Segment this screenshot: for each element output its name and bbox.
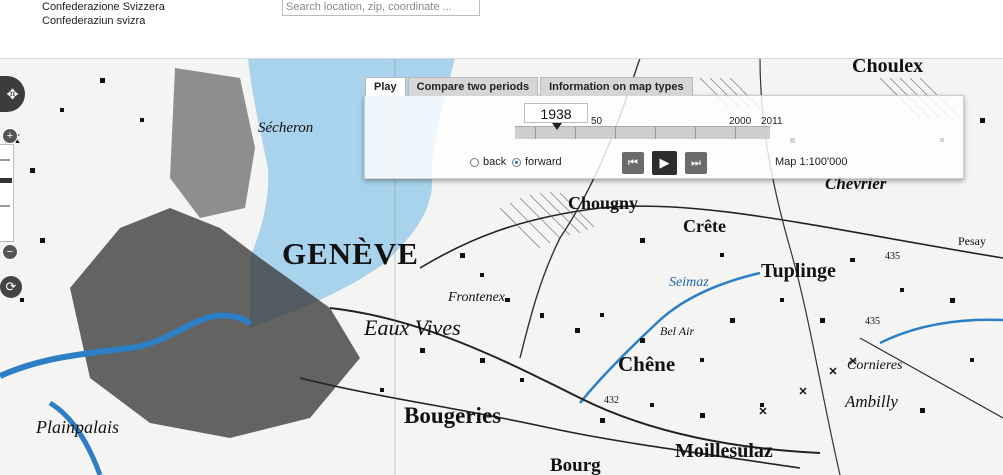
pan-arrows-icon[interactable]: ✥ <box>0 76 25 112</box>
timeline-handle[interactable] <box>552 123 562 130</box>
city-north <box>170 68 255 218</box>
map-label-plainpalais: Plainpalais <box>36 417 120 437</box>
org-name-italian: Confederazione Svizzera <box>42 1 165 13</box>
search-input[interactable] <box>282 0 480 16</box>
skip-back-icon[interactable]: ⏮ <box>622 152 644 174</box>
skip-forward-icon[interactable]: ⏭ <box>685 152 707 174</box>
map-label-bougeries: Bougeries <box>404 403 502 428</box>
map-elevation-label: 435 <box>885 251 900 262</box>
map-label-choulex: Choulex <box>852 58 924 77</box>
tab-play[interactable]: Play <box>365 77 406 96</box>
map-elevation-label: 435 <box>865 316 880 327</box>
timeline-label: 2011 <box>761 116 783 127</box>
east-stream <box>879 318 1003 345</box>
direction-back-option[interactable]: back <box>470 156 506 168</box>
year-display[interactable]: 1938 <box>524 103 588 123</box>
zoom-slider-handle[interactable] <box>0 178 12 183</box>
radio-back[interactable] <box>470 157 479 167</box>
timetravel-tabs: Play Compare two periods Information on … <box>365 77 695 96</box>
timeline-label: 2000 <box>729 116 752 127</box>
map-label-cornieres: Cornieres <box>847 358 903 373</box>
direction-back-label: back <box>483 156 507 168</box>
zoom-in-button[interactable]: + <box>2 128 18 144</box>
map-label-secheron: Sécheron <box>258 120 314 136</box>
map-label-ambilly: Ambilly <box>845 392 898 411</box>
timeline-label: 50 <box>591 116 603 127</box>
map-label-frontenex: Frontenex <box>448 290 506 305</box>
zoom-slider[interactable] <box>0 144 14 242</box>
tab-information-map-types[interactable]: Information on map types <box>540 77 693 96</box>
map-label-pesay: Pesay <box>958 234 986 248</box>
rotate-icon[interactable]: ⟳ <box>0 276 22 298</box>
map-label-eaux-vives: Eaux Vives <box>364 315 461 340</box>
map-label-geneve: GENÈVE <box>282 236 419 271</box>
map-label-chougny: Chougny <box>568 193 639 213</box>
org-name-romansh: Confederaziun svizra <box>42 15 146 27</box>
map-label-moillesulaz: Moillesulaz <box>675 440 773 462</box>
top-header: Confederazione Svizzera Confederaziun sv… <box>0 0 1003 59</box>
map-label-bourg: Bourg <box>550 455 601 475</box>
radio-forward[interactable] <box>512 157 521 167</box>
arve-river <box>48 400 103 475</box>
direction-forward-option[interactable]: forward <box>512 156 562 168</box>
map-label-seimaz: Seimaz <box>669 275 709 290</box>
play-icon[interactable]: ▶ <box>652 151 677 175</box>
tab-compare-two-periods[interactable]: Compare two periods <box>407 77 539 96</box>
timetravel-panel: 1938 50 2000 2011 back forward ⏮ ▶ ⏭ Map… <box>364 95 964 179</box>
map-navigation-control: ✥ + − ⟳ <box>0 76 26 308</box>
map-label-chene: Chêne <box>618 352 676 376</box>
map-label-bel-air: Bel Air <box>660 324 695 338</box>
map-label-tuplinge: Tuplinge <box>761 260 836 282</box>
map-elevation-label: 432 <box>604 395 619 406</box>
map-label-crete: Crête <box>683 216 726 236</box>
direction-forward-label: forward <box>525 156 562 168</box>
map-scale-label: Map 1:100'000 <box>775 156 848 168</box>
zoom-out-button[interactable]: − <box>2 244 18 260</box>
